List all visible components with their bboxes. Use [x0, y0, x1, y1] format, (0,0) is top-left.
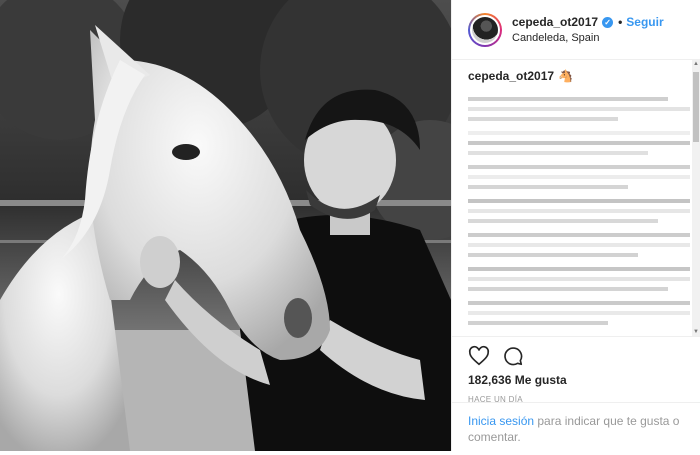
login-link[interactable]: Inicia sesión	[468, 414, 534, 428]
user-meta: cepeda_ot2017 ✓ • Seguir Candeleda, Spai…	[512, 15, 664, 44]
location-link[interactable]: Candeleda, Spain	[512, 32, 664, 44]
scroll-up-arrow-icon[interactable]: ▲	[692, 60, 700, 68]
comments-area: cepeda_ot2017 🐴	[468, 68, 690, 336]
post-header: cepeda_ot2017 ✓ • Seguir Candeleda, Spai…	[452, 0, 700, 60]
post-actions: 182,636 Me gusta HACE UN DÍA	[452, 336, 700, 404]
post-photo[interactable]	[0, 0, 451, 451]
post-side-panel: cepeda_ot2017 ✓ • Seguir Candeleda, Spai…	[451, 0, 700, 451]
likes-count[interactable]: 182,636 Me gusta	[468, 373, 685, 387]
heart-icon[interactable]	[468, 345, 490, 367]
username-link[interactable]: cepeda_ot2017	[512, 15, 598, 29]
follow-button[interactable]: Seguir	[626, 15, 663, 29]
scroll-down-arrow-icon[interactable]: ▼	[692, 328, 700, 336]
scroll-thumb[interactable]	[693, 72, 699, 142]
avatar[interactable]	[468, 12, 502, 47]
comments-scrollbar[interactable]: ▲ ▼	[692, 60, 700, 336]
avatar-image	[472, 16, 498, 43]
blurred-comments	[468, 91, 690, 333]
instagram-post: cepeda_ot2017 ✓ • Seguir Candeleda, Spai…	[0, 0, 700, 451]
comment-icon[interactable]	[502, 345, 524, 367]
login-prompt: Inicia sesión para indicar que te gusta …	[452, 402, 700, 455]
horse-emoji: 🐴	[558, 69, 574, 83]
caption-username[interactable]: cepeda_ot2017	[468, 69, 554, 83]
photo-illustration	[0, 0, 451, 451]
separator-dot: •	[618, 15, 623, 29]
caption: cepeda_ot2017 🐴	[468, 68, 690, 88]
verified-badge-icon: ✓	[602, 16, 614, 28]
